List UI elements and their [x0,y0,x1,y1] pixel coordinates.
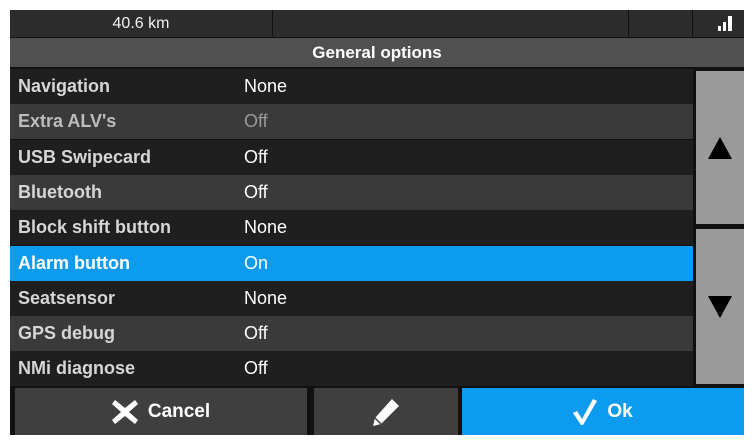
distance-readout: 40.6 km [10,10,273,37]
option-label: Navigation [18,76,111,96]
option-row[interactable]: GPS debug Off [10,316,693,351]
page-title: General options [10,38,744,67]
option-value: Off [244,147,268,167]
screen: 40.6 km General options Navigation None Ex… [10,10,744,435]
option-value: Off [244,111,268,131]
option-label: Block shift button [18,217,171,237]
option-row[interactable]: NMi diagnose Off [10,351,693,386]
option-value: Off [244,182,268,202]
option-value: None [244,288,288,308]
option-row[interactable]: Seatsensor None [10,281,693,316]
scroll-up-button[interactable] [696,71,744,224]
option-row[interactable]: Bluetooth Off [10,175,693,210]
status-cell-empty-2 [629,10,693,37]
option-label: NMi diagnose [18,358,136,378]
option-label: Alarm button [18,253,130,273]
option-value: Off [244,323,268,343]
ok-label: Ok [607,400,633,422]
option-row[interactable]: USB Swipecard Off [10,140,693,175]
option-value: On [244,253,269,273]
cancel-label: Cancel [147,400,211,422]
scroll-down-button[interactable] [696,229,744,384]
option-value: None [244,217,288,237]
close-icon [111,399,138,424]
edit-button[interactable] [314,388,458,435]
status-cell-empty [273,10,629,37]
option-label: Bluetooth [18,182,102,202]
ok-button[interactable]: Ok [462,388,744,435]
triangle-up-icon [708,136,732,159]
option-label: GPS debug [18,323,116,343]
checkmark-icon [573,398,598,425]
option-value: Off [244,358,268,378]
option-row[interactable]: Extra ALV's Off [10,104,693,139]
option-row[interactable]: Block shift button None [10,210,693,245]
option-value: None [244,76,288,96]
triangle-down-icon [708,295,732,318]
status-bar: 40.6 km [10,10,744,37]
option-label: USB Swipecard [18,147,152,167]
option-label: Extra ALV's [18,111,117,131]
option-label: Seatsensor [18,288,116,308]
pencil-icon [373,398,399,426]
options-list: Navigation None Extra ALV's Off USB Swipecar… [10,69,693,387]
option-row[interactable]: Alarm button On [10,246,693,281]
option-row[interactable]: Navigation None [10,69,693,104]
cancel-button[interactable]: Cancel [15,388,307,435]
signal-bars-icon [693,10,744,37]
